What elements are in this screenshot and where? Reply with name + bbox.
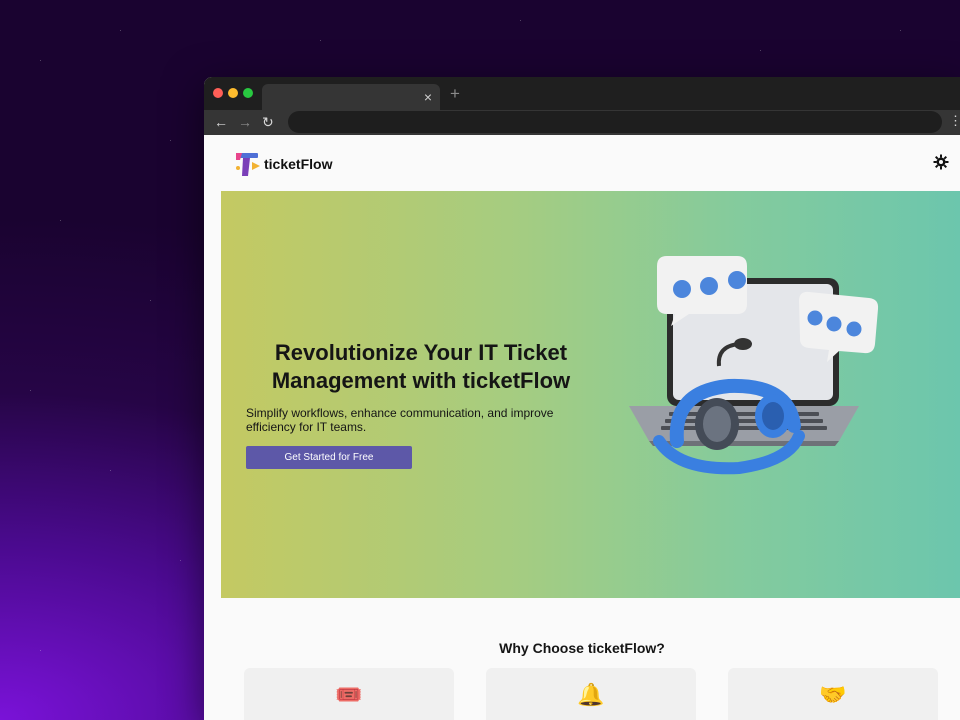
site-navbar: ticketFlow [204,135,960,191]
why-choose-title: Why Choose ticketFlow? [499,640,665,656]
hero-title: Revolutionize Your IT Ticket Management … [271,340,571,393]
feature-card-collaboration: 🤝 [728,668,938,720]
back-arrow-icon[interactable]: ← [214,113,228,131]
window-close-dot[interactable] [213,88,223,98]
tab-close-icon[interactable]: × [424,88,432,106]
get-started-button[interactable]: Get Started for Free [246,446,412,469]
reload-icon[interactable]: ↻ [262,113,274,131]
browser-toolbar: ← → ↻ ⋮ [204,110,960,135]
hero-section: Revolutionize Your IT Ticket Management … [221,191,960,598]
feature-card-notifications: 🔔 [486,668,696,720]
site-logo[interactable]: ticketFlow [234,150,332,178]
settings-gear-icon[interactable] [933,154,949,170]
address-bar[interactable] [288,111,942,133]
browser-window: × + ← → ↻ ⋮ ticketFlow Revolutionize You… [204,77,960,720]
webpage: ticketFlow Revolutionize Your IT Ticket … [204,135,960,720]
bell-icon: 🔔 [577,682,605,707]
window-maximize-dot[interactable] [243,88,253,98]
handshake-icon: 🤝 [819,682,847,707]
browser-tab[interactable]: × [262,84,440,110]
new-tab-icon[interactable]: + [450,84,460,104]
support-laptop-illustration [629,256,879,475]
browser-menu-icon[interactable]: ⋮ [949,113,960,129]
feature-card-ticketing: 🎟️ [244,668,454,720]
ticketflow-logo-icon [236,153,260,176]
brand-name: ticketFlow [264,156,333,172]
forward-arrow-icon[interactable]: → [238,113,252,131]
ticket-icon: 🎟️ [335,682,363,707]
window-minimize-dot[interactable] [228,88,238,98]
browser-titlebar: × + [204,77,960,110]
hero-subtitle: Simplify workflows, enhance communicatio… [246,406,554,434]
